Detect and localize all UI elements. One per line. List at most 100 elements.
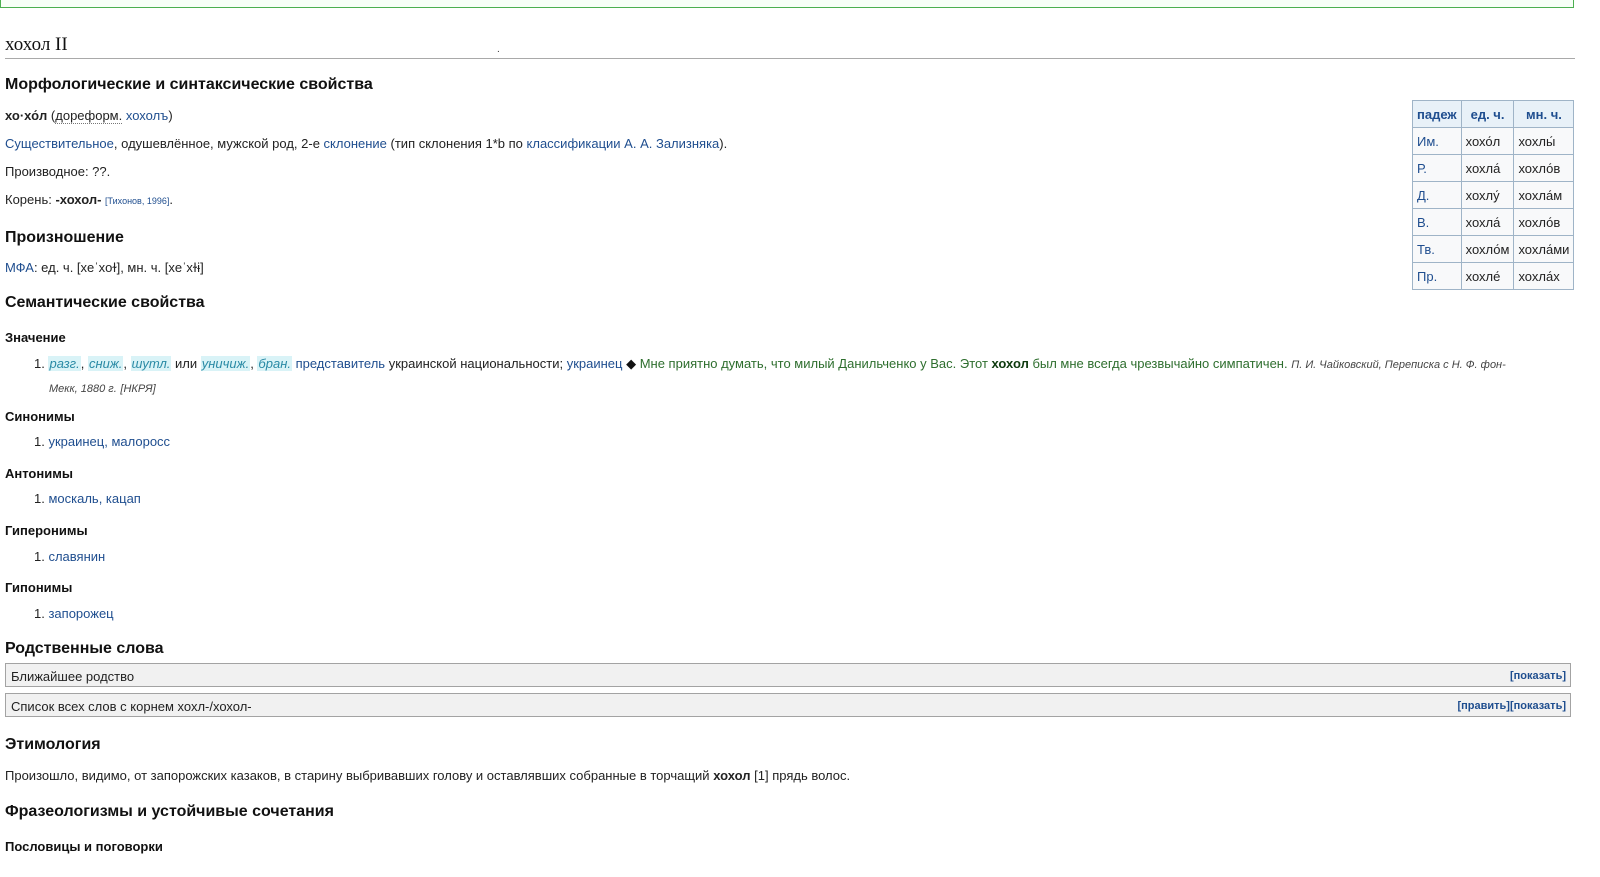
list-number: 1.	[34, 491, 45, 506]
ipa-link[interactable]: МФА	[5, 260, 34, 275]
table-row: Д. хохлу́ хохла́м	[1412, 181, 1575, 209]
example-headword: хохол	[991, 356, 1029, 371]
singular-form: хохла́	[1460, 154, 1515, 182]
citation-continuation: Мекк, 1880 г. [НКРЯ]	[49, 380, 156, 395]
definition-link[interactable]: представитель	[296, 356, 385, 371]
list-number: 1.	[34, 434, 45, 449]
root-line: Корень: -хохол- [Тихонов, 1996].	[5, 192, 173, 207]
case-link[interactable]: Им.	[1412, 127, 1462, 155]
table-header-plural: мн. ч.	[1513, 100, 1575, 128]
table-row: Р. хохла́ хохло́в	[1412, 154, 1575, 182]
list-number: 1.	[34, 549, 45, 564]
meaning-heading: Значение	[5, 330, 66, 345]
morph-heading: Морфологические и синтаксические свойств…	[5, 76, 373, 93]
tag-bran[interactable]: бран.	[257, 356, 292, 371]
hyponyms-item: 1. запорожец	[34, 606, 114, 621]
plural-form: хохло́в	[1513, 154, 1575, 182]
hyponyms-links[interactable]: запорожец	[48, 606, 113, 621]
table-row: В. хохла́ хохло́в	[1412, 208, 1575, 236]
citation-line2: Мекк, 1880 г.	[49, 383, 117, 395]
ipa-text: : ед. ч. [xeˈxoɫ], мн. ч. [xeˈxɫɨ]	[33, 260, 204, 275]
citation-line1: П. И. Чайковский, Переписка с Н. Ф. фон-	[1291, 359, 1506, 371]
tag-shutl[interactable]: шутл.	[130, 356, 172, 371]
navbox-title: Ближайшее родство	[11, 669, 135, 684]
plural-form: хохла́х	[1513, 262, 1575, 290]
or-word: или	[175, 356, 198, 371]
example-diamond-icon: ◆	[626, 356, 637, 371]
pos-text: , одушевлённое, мужской род, 2-е	[113, 136, 324, 151]
hypernyms-heading: Гиперонимы	[5, 523, 88, 538]
navbox-root-words: Список всех слов с корнем хохл-/хохол- […	[5, 693, 1571, 717]
synonyms-heading: Синонимы	[5, 409, 75, 424]
etymology-heading: Этимология	[5, 736, 101, 753]
antonyms-heading: Антонимы	[5, 466, 73, 481]
pronunciation-heading: Произношение	[5, 229, 124, 246]
navbox-actions: [править][показать]	[1457, 700, 1566, 712]
singular-form: хохо́л	[1460, 127, 1515, 155]
declension-table: падеж ед. ч. мн. ч. Им. хохо́л хохлы́ Р.…	[1412, 100, 1575, 290]
proverbs-heading: Пословицы и поговорки	[5, 839, 163, 854]
etymology-pre: Произошло, видимо, от запорожских казако…	[5, 768, 714, 783]
hypernyms-links[interactable]: славянин	[48, 549, 105, 564]
navbox-closest-kinship: Ближайшее родство [показать]	[5, 663, 1571, 687]
plural-form: хохла́ми	[1513, 235, 1575, 263]
antonyms-item: 1. москаль, кацап	[34, 491, 141, 506]
root-value: -хохол-	[55, 192, 102, 207]
etymology-headword: хохол	[713, 768, 751, 783]
show-button[interactable]: [показать]	[1510, 700, 1566, 712]
list-number: 1.	[34, 606, 45, 621]
synonym-link-ukrainets[interactable]: украинец	[567, 356, 623, 371]
example-post: был мне всегда чрезвычайно симпатичен.	[1028, 356, 1288, 371]
meaning-number: 1.	[34, 356, 45, 371]
plural-form: хохлы́	[1513, 127, 1575, 155]
table-row: Им. хохо́л хохлы́	[1412, 127, 1575, 155]
etymology-ref: [1]	[750, 768, 769, 783]
pos-line: Существительное, одушевлённое, мужской р…	[5, 136, 728, 151]
singular-form: хохла́	[1460, 208, 1515, 236]
definition-text: украинской национальности;	[385, 356, 567, 371]
case-link[interactable]: Р.	[1412, 154, 1462, 182]
tag-snizh[interactable]: сниж.	[87, 356, 124, 371]
phraseology-heading: Фразеологизмы и устойчивые сочетания	[5, 803, 334, 820]
example-pre: Мне приятно думать, что милый Данильченк…	[639, 356, 992, 371]
case-link[interactable]: Тв.	[1412, 235, 1462, 263]
headword-line: хо·хо́л (дореформ. хохолъ)	[5, 108, 173, 124]
classification-link[interactable]: классификации А. А. Зализняка	[527, 136, 720, 151]
pronunciation-line: МФА: ед. ч. [xeˈxoɫ], мн. ч. [xeˈxɫɨ]	[5, 260, 204, 275]
tag-razg[interactable]: разг.	[48, 356, 81, 371]
declension-link[interactable]: склонение	[324, 136, 387, 151]
plural-form: хохло́в	[1513, 208, 1575, 236]
root-source-link[interactable]: [Тихонов, 1996]	[105, 196, 169, 206]
case-link[interactable]: Д.	[1412, 181, 1462, 209]
singular-form: хохло́м	[1460, 235, 1515, 263]
etymology-post: прядь волос.	[768, 768, 851, 783]
case-link[interactable]: В.	[1412, 208, 1462, 236]
citation-source-link[interactable]: [НКРЯ]	[120, 383, 155, 395]
navbox-title: Список всех слов с корнем хохл-/хохол-	[11, 699, 252, 714]
etymology-text: Произошло, видимо, от запорожских казако…	[5, 768, 850, 783]
synonyms-links[interactable]: украинец, малоросс	[48, 434, 170, 449]
table-header-singular: ед. ч.	[1460, 100, 1515, 128]
table-header-case: падеж	[1412, 100, 1462, 128]
pos-link[interactable]: Существительное	[5, 136, 114, 151]
pre-reform-link[interactable]: хохолъ	[126, 108, 168, 123]
related-words-heading: Родственные слова	[5, 640, 164, 657]
headword: хо·хо́л	[5, 108, 48, 123]
antonyms-links[interactable]: москаль, кацап	[48, 491, 140, 506]
synonyms-item: 1. украинец, малоросс	[34, 434, 170, 449]
notice-box	[0, 0, 1574, 8]
table-row: Пр. хохле́ хохла́х	[1412, 262, 1575, 290]
meaning-item: 1. разг., сниж., шутл. или уничиж., бран…	[34, 356, 1506, 371]
edit-button[interactable]: [править]	[1457, 700, 1509, 712]
declension-text: (тип склонения 1*b по	[386, 136, 527, 151]
semantic-heading: Семантические свойства	[5, 294, 205, 311]
title-dot: .	[497, 44, 500, 55]
singular-form: хохлу́	[1460, 181, 1515, 209]
plural-form: хохла́м	[1513, 181, 1575, 209]
tag-unichizh[interactable]: уничиж.	[200, 356, 251, 371]
case-link[interactable]: Пр.	[1412, 262, 1462, 290]
hyponyms-heading: Гипонимы	[5, 580, 73, 595]
show-button[interactable]: [показать]	[1510, 670, 1566, 682]
hypernyms-item: 1. славянин	[34, 549, 105, 564]
example-text: Мне приятно думать, что милый Данильченк…	[640, 356, 1288, 371]
